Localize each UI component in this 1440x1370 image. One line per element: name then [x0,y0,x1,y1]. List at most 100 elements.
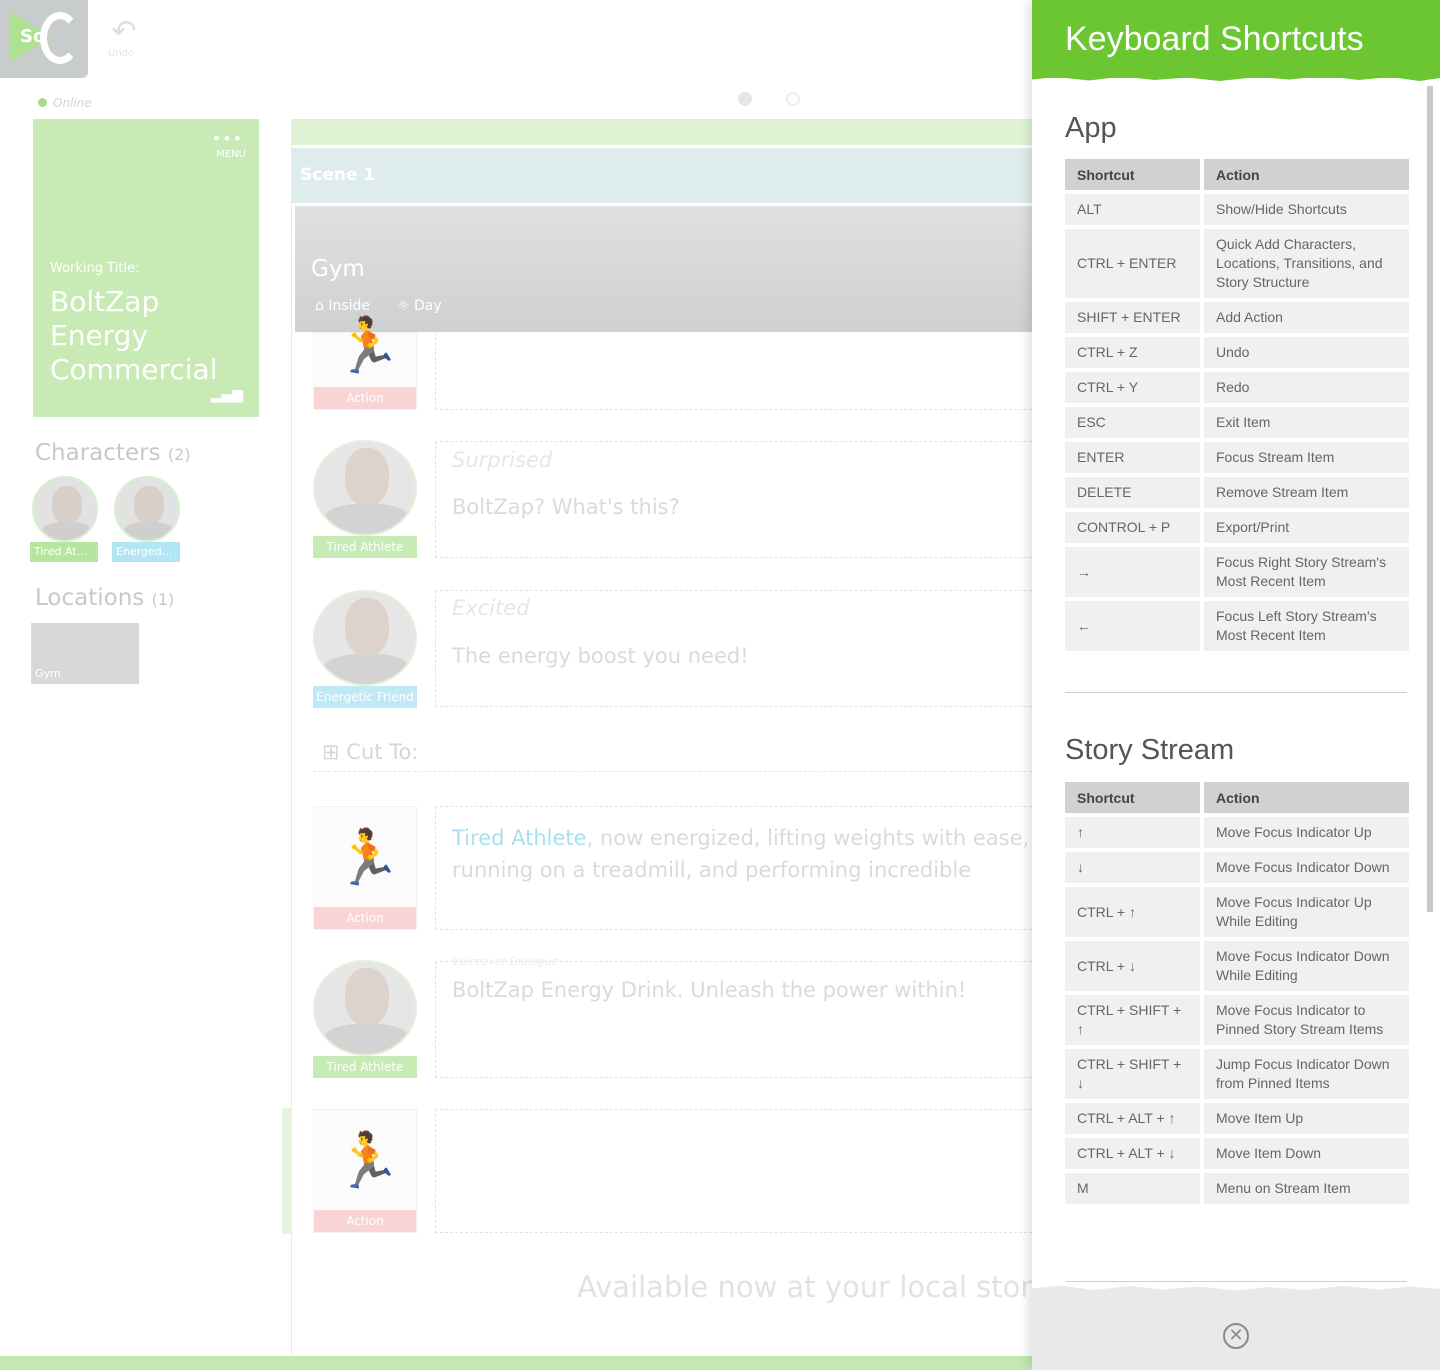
panel-title: Keyboard Shortcuts [1065,20,1364,58]
shortcut-action: Move Item Up [1204,1103,1409,1134]
character-tag: Energed... [112,542,180,562]
action-item-box[interactable] [435,1109,1032,1233]
shortcut-row: ← Focus Left Story Stream's Most Recent I… [1065,601,1409,651]
section-title-app: App [1065,112,1117,144]
characters-heading: Characters (2) [35,440,191,466]
stats-bars-icon[interactable]: ▂▄▆ [211,387,243,403]
column-header-action: Action [1204,782,1409,813]
action-item-icon[interactable]: 🏃 Action [313,314,417,410]
pager-dot[interactable] [786,92,800,106]
dialog-character[interactable]: Tired Athlete [313,440,417,558]
locations-count: (1) [151,590,175,609]
character-thumb[interactable]: Tired At... [30,476,100,564]
shortcut-row: CTRL + ENTER Quick Add Characters, Locati… [1065,229,1409,298]
dialog-text[interactable]: BoltZap Energy Drink. Unleash the power … [452,978,966,1002]
action-item-box[interactable] [435,332,1032,410]
shortcut-row: CTRL + ↓ Move Focus Indicator Down While … [1065,941,1409,991]
pager-dot-active[interactable] [738,92,752,106]
scene-header[interactable]: Scene 1 [292,148,1032,203]
shortcut-key: CTRL + Z [1065,337,1204,368]
working-title-card[interactable]: ••• MENU Working Title: BoltZap Energy C… [33,119,259,417]
shortcut-row: CONTROL + P Export/Print [1065,512,1409,543]
parenthetical: Surprised [452,448,553,472]
transition-item[interactable]: ⊞ Cut To: [322,740,418,764]
action-item-icon[interactable]: 🏃 Action [313,806,417,930]
character-mention[interactable]: Tired Athlete [452,826,587,850]
app-shortcuts-table: Shortcut Action ALT Show/Hide Shortcuts CT… [1065,155,1409,655]
dialog-character[interactable]: Energetic Friend [313,590,417,708]
section-title-story-stream: Story Stream [1065,734,1235,766]
location-banner[interactable]: Gym ⌂ Inside ☼ Day [295,206,1032,332]
shortcut-row: ↓ Move Focus Indicator Down [1065,852,1409,883]
location-inside-label: Inside [328,298,371,314]
character-tag: Tired At... [30,542,98,562]
location-time-label: Day [414,298,442,314]
action-item-icon[interactable]: 🏃 Action [313,1109,417,1233]
online-dot-icon [38,98,47,107]
column-header-shortcut: Shortcut [1065,782,1204,813]
menu-dots-icon[interactable]: ••• [212,131,243,147]
close-circle-icon[interactable]: ✕ [1223,1323,1249,1349]
logo-text: So [20,26,46,47]
parenthetical: Excited [452,596,530,620]
dialog-text[interactable]: The energy boost you need! [452,644,749,668]
shortcut-action: Focus Stream Item [1204,442,1409,473]
shortcut-key: CTRL + ALT + ↑ [1065,1103,1204,1134]
transition-icon: ⊞ [322,740,340,764]
shortcut-action: Show/Hide Shortcuts [1204,194,1409,225]
logo-c-icon [40,12,80,64]
location-thumb[interactable]: Gym [31,623,139,684]
shortcut-row: CTRL + ALT + ↓ Move Item Down [1065,1138,1409,1169]
section-divider [1065,692,1407,693]
shortcut-action: Jump Focus Indicator Down from Pinned It… [1204,1049,1409,1099]
shortcut-key: CTRL + SHIFT + ↑ [1065,995,1204,1045]
shortcut-action: Add Action [1204,302,1409,333]
voiceover-label: Voiceover Dialogue [452,955,559,968]
shortcut-row: ↑ Move Focus Indicator Up [1065,817,1409,848]
running-man-icon: 🏃 [334,1129,402,1192]
shortcut-key: SHIFT + ENTER [1065,302,1204,333]
shortcut-action: Quick Add Characters, Locations, Transit… [1204,229,1409,298]
avatar [313,440,417,536]
action-tag: Action [314,387,416,409]
avatar [32,476,98,542]
dialog-text[interactable]: BoltZap? What's this? [452,495,680,519]
shortcut-action: Redo [1204,372,1409,403]
working-title-label: Working Title: [50,261,140,276]
menu-label: MENU [216,149,246,160]
app-logo[interactable]: So [0,0,88,78]
shortcut-action: Move Focus Indicator Up While Editing [1204,887,1409,937]
shortcut-key: DELETE [1065,477,1204,508]
character-tag: Energetic Friend [313,686,417,708]
dialog-character[interactable]: Tired Athlete [313,960,417,1078]
character-thumb[interactable]: Energed... [112,476,182,564]
shortcut-action: Move Focus Indicator Up [1204,817,1409,848]
shortcut-action: Focus Left Story Stream's Most Recent It… [1204,601,1409,651]
shortcut-action: Undo [1204,337,1409,368]
action-tag: Action [314,907,416,929]
shortcut-key: → [1065,547,1204,597]
shortcut-action: Exit Item [1204,407,1409,438]
location-time: ☼ Day [397,298,442,314]
online-label: Online [53,96,92,110]
undo-label: Undo [108,48,135,59]
transition-divider [313,771,1032,772]
shortcut-row: CTRL + Y Redo [1065,372,1409,403]
story-stream-shortcuts-table: Shortcut Action ↑ Move Focus Indicator Up… [1065,778,1409,1208]
stream-column-line [291,120,292,1356]
shortcut-key: ALT [1065,194,1204,225]
shortcut-key: CTRL + ALT + ↓ [1065,1138,1204,1169]
action-text[interactable]: Tired Athlete, now energized, lifting we… [452,822,1032,890]
panel-scrollbar[interactable] [1427,86,1433,912]
torn-edge-decoration [1032,1285,1440,1294]
scene-title: Scene 1 [300,165,376,185]
panel-footer: ✕ [1032,1285,1440,1370]
locations-heading-label: Locations [35,585,145,611]
action-tag: Action [314,1210,416,1232]
characters-heading-label: Characters [35,440,161,466]
shortcut-action: Remove Stream Item [1204,477,1409,508]
transition-label: Cut To: [346,740,419,764]
shortcut-key: ENTER [1065,442,1204,473]
tagline-text[interactable]: Available now at your local store [577,1270,1049,1304]
running-man-icon: 🏃 [334,314,402,377]
